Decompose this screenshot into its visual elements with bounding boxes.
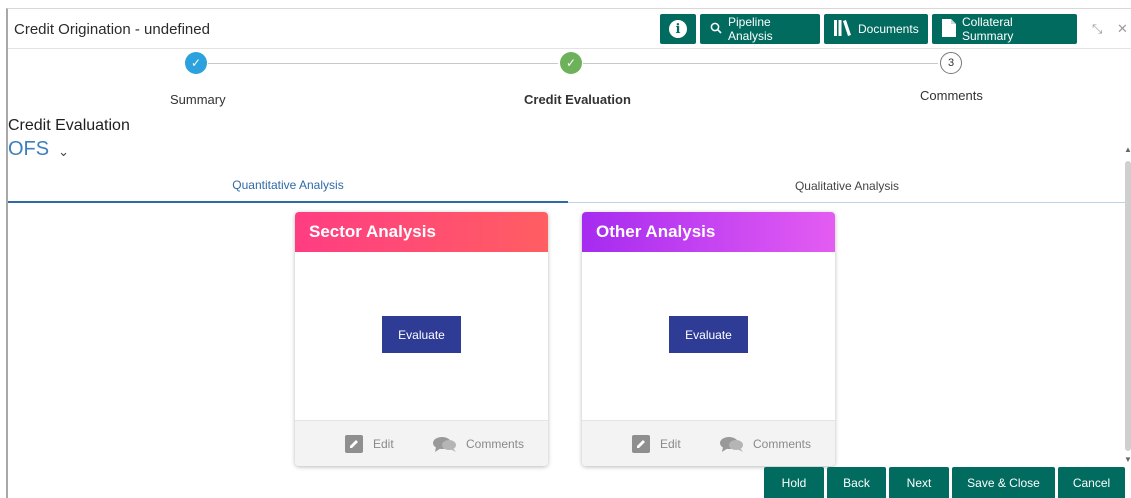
scroll-thumb[interactable]: [1125, 161, 1131, 451]
step-comments-number[interactable]: 3: [940, 52, 962, 74]
step-label-summary[interactable]: Summary: [170, 92, 226, 107]
back-button[interactable]: Back: [827, 467, 886, 498]
pencil-icon: [632, 434, 650, 453]
pipeline-analysis-button[interactable]: Pipeline Analysis: [700, 14, 820, 44]
search-icon: [710, 22, 722, 37]
scroll-down-icon[interactable]: ▼: [1124, 455, 1131, 464]
chevron-down-icon: ⌄: [58, 143, 70, 159]
documents-label: Documents: [858, 22, 919, 36]
step-connector: [583, 63, 938, 64]
card-body: Evaluate: [295, 252, 548, 420]
window-title: Credit Origination - undefined: [14, 21, 210, 38]
tab-quantitative-analysis[interactable]: Quantitative Analysis: [8, 169, 568, 203]
info-icon: i: [669, 20, 687, 38]
step-label-credit-evaluation[interactable]: Credit Evaluation: [524, 92, 631, 107]
chat-bubbles-icon: [433, 436, 457, 452]
scroll-up-icon[interactable]: ▲: [1124, 145, 1131, 154]
step-label-comments[interactable]: Comments: [920, 88, 983, 103]
tab-qualitative-analysis[interactable]: Qualitative Analysis: [568, 169, 1126, 203]
edit-action[interactable]: Edit: [345, 434, 394, 453]
page-title: Credit Evaluation: [8, 117, 130, 134]
info-button[interactable]: i: [660, 14, 696, 44]
card-footer: Edit Comments: [582, 420, 835, 466]
other-analysis-card: Other Analysis Evaluate Edit Comments: [582, 212, 835, 466]
card-body: Evaluate: [582, 252, 835, 420]
sector-analysis-card: Sector Analysis Evaluate Edit Comments: [295, 212, 548, 466]
comments-label: Comments: [466, 436, 525, 451]
analysis-tabs: Quantitative Analysis Qualitative Analys…: [8, 169, 1126, 203]
evaluate-button[interactable]: Evaluate: [669, 316, 748, 353]
documents-button[interactable]: Documents: [824, 14, 928, 44]
comments-action[interactable]: Comments: [720, 436, 811, 452]
hold-button[interactable]: Hold: [764, 467, 824, 498]
entity-value: OFS: [8, 138, 50, 160]
collateral-summary-button[interactable]: Collateral Summary: [932, 14, 1077, 44]
step-summary-check-icon[interactable]: ✓: [185, 52, 207, 74]
save-and-close-button[interactable]: Save & Close: [952, 467, 1055, 498]
pipeline-analysis-label: Pipeline Analysis: [728, 15, 773, 43]
comments-label: Comments: [753, 436, 812, 451]
edit-label: Edit: [373, 436, 394, 451]
vertical-scrollbar[interactable]: ▲ ▼: [1124, 137, 1131, 472]
edit-label: Edit: [660, 436, 681, 451]
edit-action[interactable]: Edit: [632, 434, 681, 453]
minimize-icon[interactable]: ⤡: [1092, 21, 1102, 37]
window-header: Credit Origination - undefined i Pipelin…: [8, 9, 1131, 49]
entity-dropdown[interactable]: OFS ⌄: [8, 138, 69, 161]
comments-action[interactable]: Comments: [433, 436, 524, 452]
cancel-button[interactable]: Cancel: [1058, 467, 1125, 498]
evaluate-button[interactable]: Evaluate: [382, 316, 461, 353]
chat-bubbles-icon: [720, 436, 744, 452]
app-window: Credit Origination - undefined i Pipelin…: [6, 8, 1131, 498]
card-title: Other Analysis: [582, 212, 835, 252]
next-button[interactable]: Next: [889, 467, 949, 498]
library-icon: [834, 19, 852, 39]
step-connector: [208, 63, 558, 64]
card-title: Sector Analysis: [295, 212, 548, 252]
card-footer: Edit Comments: [295, 420, 548, 466]
close-icon[interactable]: ✕: [1117, 21, 1128, 37]
pencil-icon: [345, 434, 363, 453]
progress-stepper: ✓ ✓ 3 Summary Credit Evaluation Comments: [8, 49, 1131, 119]
document-icon: [942, 18, 956, 40]
step-credit-evaluation-check-icon[interactable]: ✓: [560, 52, 582, 74]
collateral-summary-label: Collateral Summary: [962, 15, 1014, 43]
